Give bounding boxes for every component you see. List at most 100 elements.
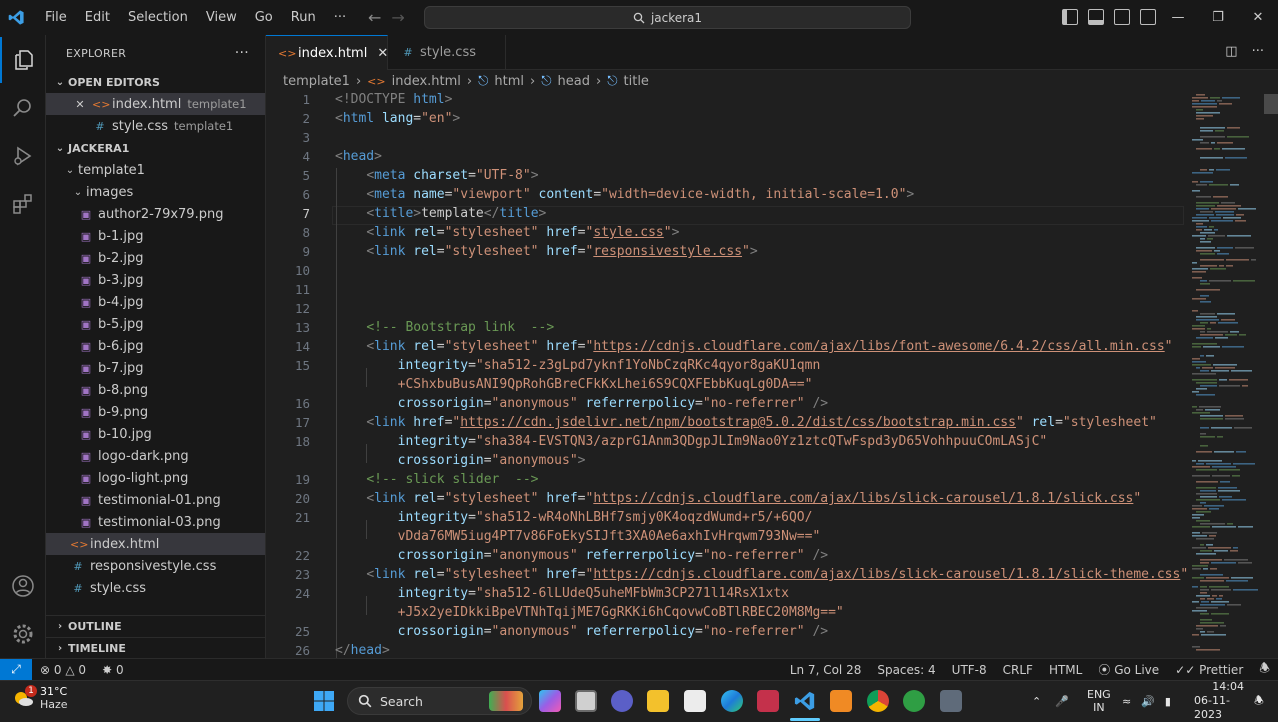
volume-icon[interactable]: 🔊 (1141, 695, 1155, 708)
folder-template1[interactable]: ⌄ template1 (46, 159, 265, 181)
notification-center-icon[interactable]: 🕭 (1254, 681, 1264, 721)
toggle-primary-sidebar-icon[interactable] (1062, 9, 1078, 25)
image-file-item[interactable]: ▣ logo-light.png (46, 467, 265, 489)
breadcrumb-item[interactable]: index.html (392, 74, 461, 89)
menu-run[interactable]: Run (282, 0, 325, 35)
customize-layout-icon[interactable] (1140, 9, 1156, 25)
task-view-icon[interactable] (575, 690, 597, 712)
copilot-icon[interactable] (539, 690, 561, 712)
close-tab-icon[interactable]: ✕ (377, 46, 388, 61)
windows-start-icon[interactable] (313, 690, 335, 716)
image-file-item[interactable]: ▣ b-4.jpg (46, 291, 265, 313)
image-file-item[interactable]: ▣ b-6.jpg (46, 335, 265, 357)
breadcrumb-item[interactable]: template1 (283, 74, 350, 89)
image-file-item[interactable]: ▣ testimonial-03.png (46, 511, 265, 533)
image-file-item[interactable]: ▣ testimonial-01.png (46, 489, 265, 511)
prettier-button[interactable]: ✓✓ Prettier (1167, 663, 1251, 677)
menu-file[interactable]: File (36, 0, 76, 35)
image-file-item[interactable]: ▣ b-10.jpg (46, 423, 265, 445)
open-editor-style-css[interactable]: # style.css template1 (46, 115, 265, 137)
outline-section[interactable]: › OUTLINE (46, 615, 265, 637)
menu-more[interactable]: ··· (325, 0, 355, 35)
indentation[interactable]: Spaces: 4 (869, 663, 943, 677)
vscode-taskbar-icon[interactable] (794, 690, 816, 712)
editor-more-actions-icon[interactable]: ··· (1252, 44, 1264, 59)
cursor-position[interactable]: Ln 7, Col 28 (782, 663, 870, 677)
extensions-icon[interactable] (0, 181, 46, 227)
image-file-item[interactable]: ▣ logo-dark.png (46, 445, 265, 467)
file-responsivestyle-css[interactable]: # responsivestyle.css (46, 555, 265, 577)
notifications-bell-icon[interactable]: 🕭 (1251, 659, 1278, 680)
workspace-section[interactable]: ⌄ JACKERA1 (46, 137, 265, 159)
open-editors-section[interactable]: ⌄ OPEN EDITORS (46, 71, 265, 93)
clock[interactable]: 14:04 06-11-2023 (1194, 680, 1244, 721)
microphone-icon[interactable]: 🎤 (1055, 695, 1069, 708)
image-file-item[interactable]: ▣ b-8.png (46, 379, 265, 401)
snipping-tool-icon[interactable] (940, 690, 962, 712)
vertical-scrollbar[interactable] (1264, 92, 1278, 658)
accounts-icon[interactable] (0, 563, 46, 609)
ports-indicator[interactable]: ✸ 0 (94, 663, 132, 677)
screen-recorder-icon[interactable] (757, 690, 779, 712)
restore-icon[interactable]: ❐ (1198, 10, 1238, 25)
open-editor-index-html[interactable]: ✕ <> index.html template1 (46, 93, 265, 115)
timeline-section[interactable]: › TIMELINE (46, 637, 265, 658)
tab-style-css[interactable]: # style.css (388, 35, 506, 70)
language-mode[interactable]: HTML (1041, 663, 1090, 677)
weather-widget[interactable]: 1 31°C Haze (12, 685, 68, 711)
menu-edit[interactable]: Edit (76, 0, 119, 35)
settings-gear-icon[interactable] (0, 611, 46, 657)
battery-icon[interactable]: ▮ (1165, 695, 1171, 708)
remote-indicator-icon[interactable]: ⤢ (0, 658, 32, 681)
end-of-line[interactable]: CRLF (995, 663, 1041, 677)
image-file-item[interactable]: ▣ author2-79x79.png (46, 203, 265, 225)
menu-selection[interactable]: Selection (119, 0, 197, 35)
breadcrumb-item[interactable]: head (558, 74, 590, 89)
image-file-item[interactable]: ▣ b-3.jpg (46, 269, 265, 291)
split-editor-icon[interactable]: ◫ (1225, 44, 1237, 59)
microsoft-store-icon[interactable] (684, 690, 706, 712)
minimap[interactable] (1188, 92, 1264, 658)
menu-view[interactable]: View (197, 0, 246, 35)
explorer-icon[interactable] (0, 37, 46, 83)
command-center-search[interactable]: jackera1 (424, 6, 911, 29)
folder-images[interactable]: ⌄ images (46, 181, 265, 203)
teams-chat-icon[interactable] (611, 690, 633, 712)
input-language[interactable]: ENG IN (1087, 681, 1111, 721)
toggle-secondary-sidebar-icon[interactable] (1114, 9, 1130, 25)
image-file-item[interactable]: ▣ b-7.jpg (46, 357, 265, 379)
image-file-item[interactable]: ▣ b-2.jpg (46, 247, 265, 269)
explorer-more-actions-icon[interactable]: ··· (235, 45, 249, 61)
edge-browser-icon[interactable] (721, 690, 743, 712)
search-sidebar-icon[interactable] (0, 85, 46, 131)
chrome-icon[interactable] (867, 690, 889, 712)
image-file-item[interactable]: ▣ b-5.jpg (46, 313, 265, 335)
forward-arrow-icon[interactable]: → (391, 8, 404, 27)
close-editor-icon[interactable]: ✕ (72, 98, 88, 111)
show-hidden-icons-icon[interactable]: ⌃ (1032, 695, 1041, 708)
image-file-item[interactable]: ▣ b-9.png (46, 401, 265, 423)
minimize-icon[interactable]: — (1158, 10, 1198, 25)
scrollbar-thumb[interactable] (1264, 94, 1278, 114)
go-live-button[interactable]: ⦿ Go Live (1090, 661, 1167, 678)
breadcrumb-item[interactable]: title (624, 74, 649, 89)
wifi-icon[interactable]: ≈ (1122, 695, 1131, 708)
run-debug-icon[interactable] (0, 133, 46, 179)
file-index-html[interactable]: <> index.html (46, 533, 265, 555)
taskbar-search[interactable]: Search (347, 687, 532, 715)
screenshot-tool-icon[interactable] (903, 690, 925, 712)
toggle-panel-icon[interactable] (1088, 9, 1104, 25)
file-explorer-icon[interactable] (647, 690, 669, 712)
problems-indicator[interactable]: ⊗ 0 △ 0 (32, 663, 94, 677)
tab-index-html[interactable]: <> index.html ✕ (266, 35, 388, 70)
close-window-icon[interactable]: ✕ (1238, 10, 1278, 25)
breadcrumb-item[interactable]: html (494, 74, 524, 89)
image-file-item[interactable]: ▣ b-1.jpg (46, 225, 265, 247)
back-arrow-icon[interactable]: ← (368, 8, 381, 27)
encoding[interactable]: UTF-8 (944, 663, 995, 677)
minimap-line (1200, 604, 1225, 606)
code-editor[interactable]: 1 2 3 4 5 6 7 8 9 10 11 12 13 14 15 16 17 18 19 20 21 22 23 24 2… (266, 92, 1188, 658)
menu-go[interactable]: Go (246, 0, 282, 35)
file-style-css[interactable]: # style.css (46, 577, 265, 599)
sublime-text-icon[interactable] (830, 690, 852, 712)
